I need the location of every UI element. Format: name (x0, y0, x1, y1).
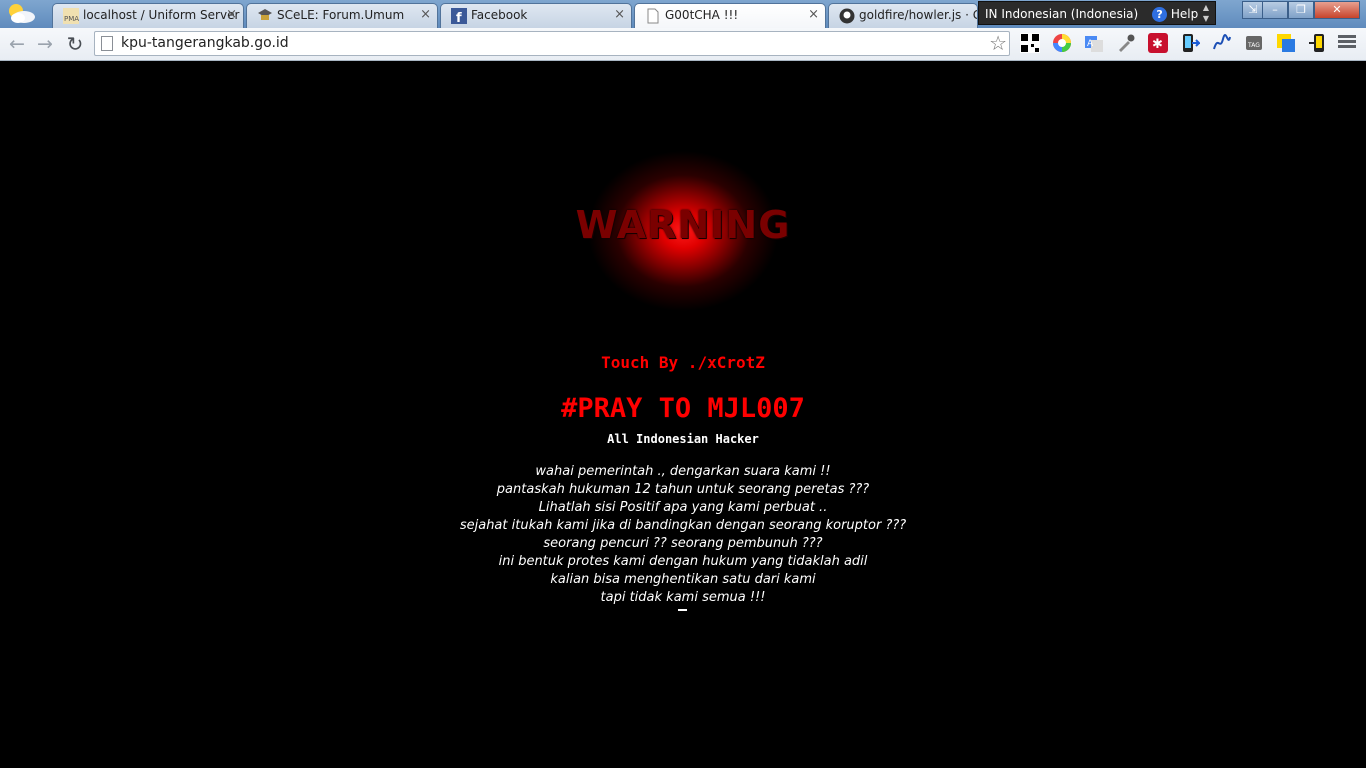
language-notification[interactable]: IN Indonesian (Indonesia) ? Help ▲ ▼ (978, 1, 1216, 25)
tab-label: G00tCHA !!! (665, 8, 739, 22)
message-line: kalian bisa menghentikan satu dari kami (550, 572, 816, 587)
tag-icon[interactable]: TAG (1244, 33, 1264, 53)
help-link[interactable]: Help (1171, 7, 1198, 21)
spinner-arrows-icon[interactable]: ▲ ▼ (1203, 2, 1209, 24)
address-bar[interactable]: kpu-tangerangkab.go.id ☆ (94, 31, 1010, 56)
window-controls: – ❐ ✕ (1262, 1, 1360, 19)
group-name: All Indonesian Hacker (607, 432, 759, 446)
svg-text:TAG: TAG (1247, 42, 1260, 49)
signature-icon[interactable] (1212, 33, 1232, 53)
page-icon (101, 36, 113, 51)
tab-localhost[interactable]: PMA localhost / Uniform Server × (52, 3, 244, 28)
tab-github[interactable]: goldfire/howler.js · GitHub (828, 3, 978, 28)
send-to-mobile-icon[interactable] (1180, 33, 1200, 53)
github-icon (839, 8, 855, 24)
warning-logo: WARNING (575, 203, 791, 247)
message-line: seorang pencuri ?? seorang pembunuh ??? (543, 536, 823, 551)
reload-button[interactable]: ↻ (62, 32, 88, 56)
page-content: WARNING Touch By ./xCrotZ #PRAY TO MJL00… (0, 61, 1366, 768)
message-line: pantaskah hukuman 12 tahun untuk seorang… (496, 482, 870, 497)
message-line: wahai pemerintah ., dengarkan suara kami… (535, 464, 831, 479)
translate-icon[interactable]: A (1084, 33, 1104, 53)
back-button[interactable]: ← (4, 32, 30, 56)
tab-close-icon[interactable]: × (808, 4, 819, 26)
lastpass-icon[interactable]: ✱ (1148, 33, 1168, 53)
weather-icon (9, 4, 35, 23)
text-cursor (678, 609, 687, 611)
mobile-icon[interactable] (1308, 33, 1328, 53)
scele-icon (258, 9, 272, 20)
minimize-button[interactable]: – (1262, 1, 1288, 19)
tab-close-icon[interactable]: × (226, 4, 237, 26)
svg-text:A: A (1087, 39, 1094, 49)
qr-code-icon[interactable] (1020, 33, 1040, 53)
message-line: sejahat itukah kami jika di bandingkan d… (459, 518, 907, 533)
message-line: tapi tidak kami semua !!! (600, 590, 766, 605)
close-button[interactable]: ✕ (1314, 1, 1360, 19)
touch-by-text: Touch By ./xCrotZ (601, 353, 765, 372)
tab-scele[interactable]: SCeLE: Forum.Umum × (246, 3, 438, 28)
message-line: ini bentuk protes kami dengan hukum yang… (498, 554, 868, 569)
tab-label: localhost / Uniform Server (83, 8, 240, 22)
phpmyadmin-icon: PMA (63, 8, 79, 24)
tab-label: Facebook (471, 8, 528, 22)
facebook-icon: f (451, 8, 467, 24)
tab-label: SCeLE: Forum.Umum (277, 8, 405, 22)
bookmark-star-icon[interactable]: ☆ (989, 32, 1007, 54)
eyedropper-icon[interactable] (1116, 33, 1136, 53)
forward-button[interactable]: → (32, 32, 58, 56)
tab-label: goldfire/howler.js · GitHub (859, 8, 977, 22)
svg-text:PMA: PMA (64, 15, 79, 23)
blank-page-icon (647, 8, 659, 24)
tab-strip: PMA localhost / Uniform Server × SCeLE: … (0, 0, 1366, 29)
tab-close-icon[interactable]: × (614, 4, 625, 26)
message-line: Lihatlah sisi Positif apa yang kami perb… (538, 500, 828, 515)
tab-facebook[interactable]: f Facebook × (440, 3, 632, 28)
color-wheel-icon[interactable] (1052, 33, 1072, 53)
language-label: Indonesian (Indonesia) (1001, 7, 1139, 21)
svg-text:✱: ✱ (1152, 37, 1163, 52)
help-icon[interactable]: ? (1152, 7, 1168, 22)
restore-icon[interactable]: ⇲ (1242, 1, 1264, 19)
browser-toolbar: ← → ↻ kpu-tangerangkab.go.id ☆ A ✱ TAG (0, 28, 1366, 61)
maximize-button[interactable]: ❐ (1288, 1, 1314, 19)
svg-text:f: f (456, 11, 462, 24)
url-text: kpu-tangerangkab.go.id (121, 35, 289, 51)
language-code: IN (985, 7, 998, 21)
menu-icon[interactable] (1338, 35, 1356, 51)
headline: #PRAY TO MJL007 (561, 393, 805, 424)
sticky-note-icon[interactable] (1276, 33, 1296, 53)
tab-close-icon[interactable]: × (420, 4, 431, 26)
tab-gootcha[interactable]: G00tCHA !!! × (634, 3, 826, 29)
message-block: wahai pemerintah ., dengarkan suara kami… (0, 463, 1366, 607)
